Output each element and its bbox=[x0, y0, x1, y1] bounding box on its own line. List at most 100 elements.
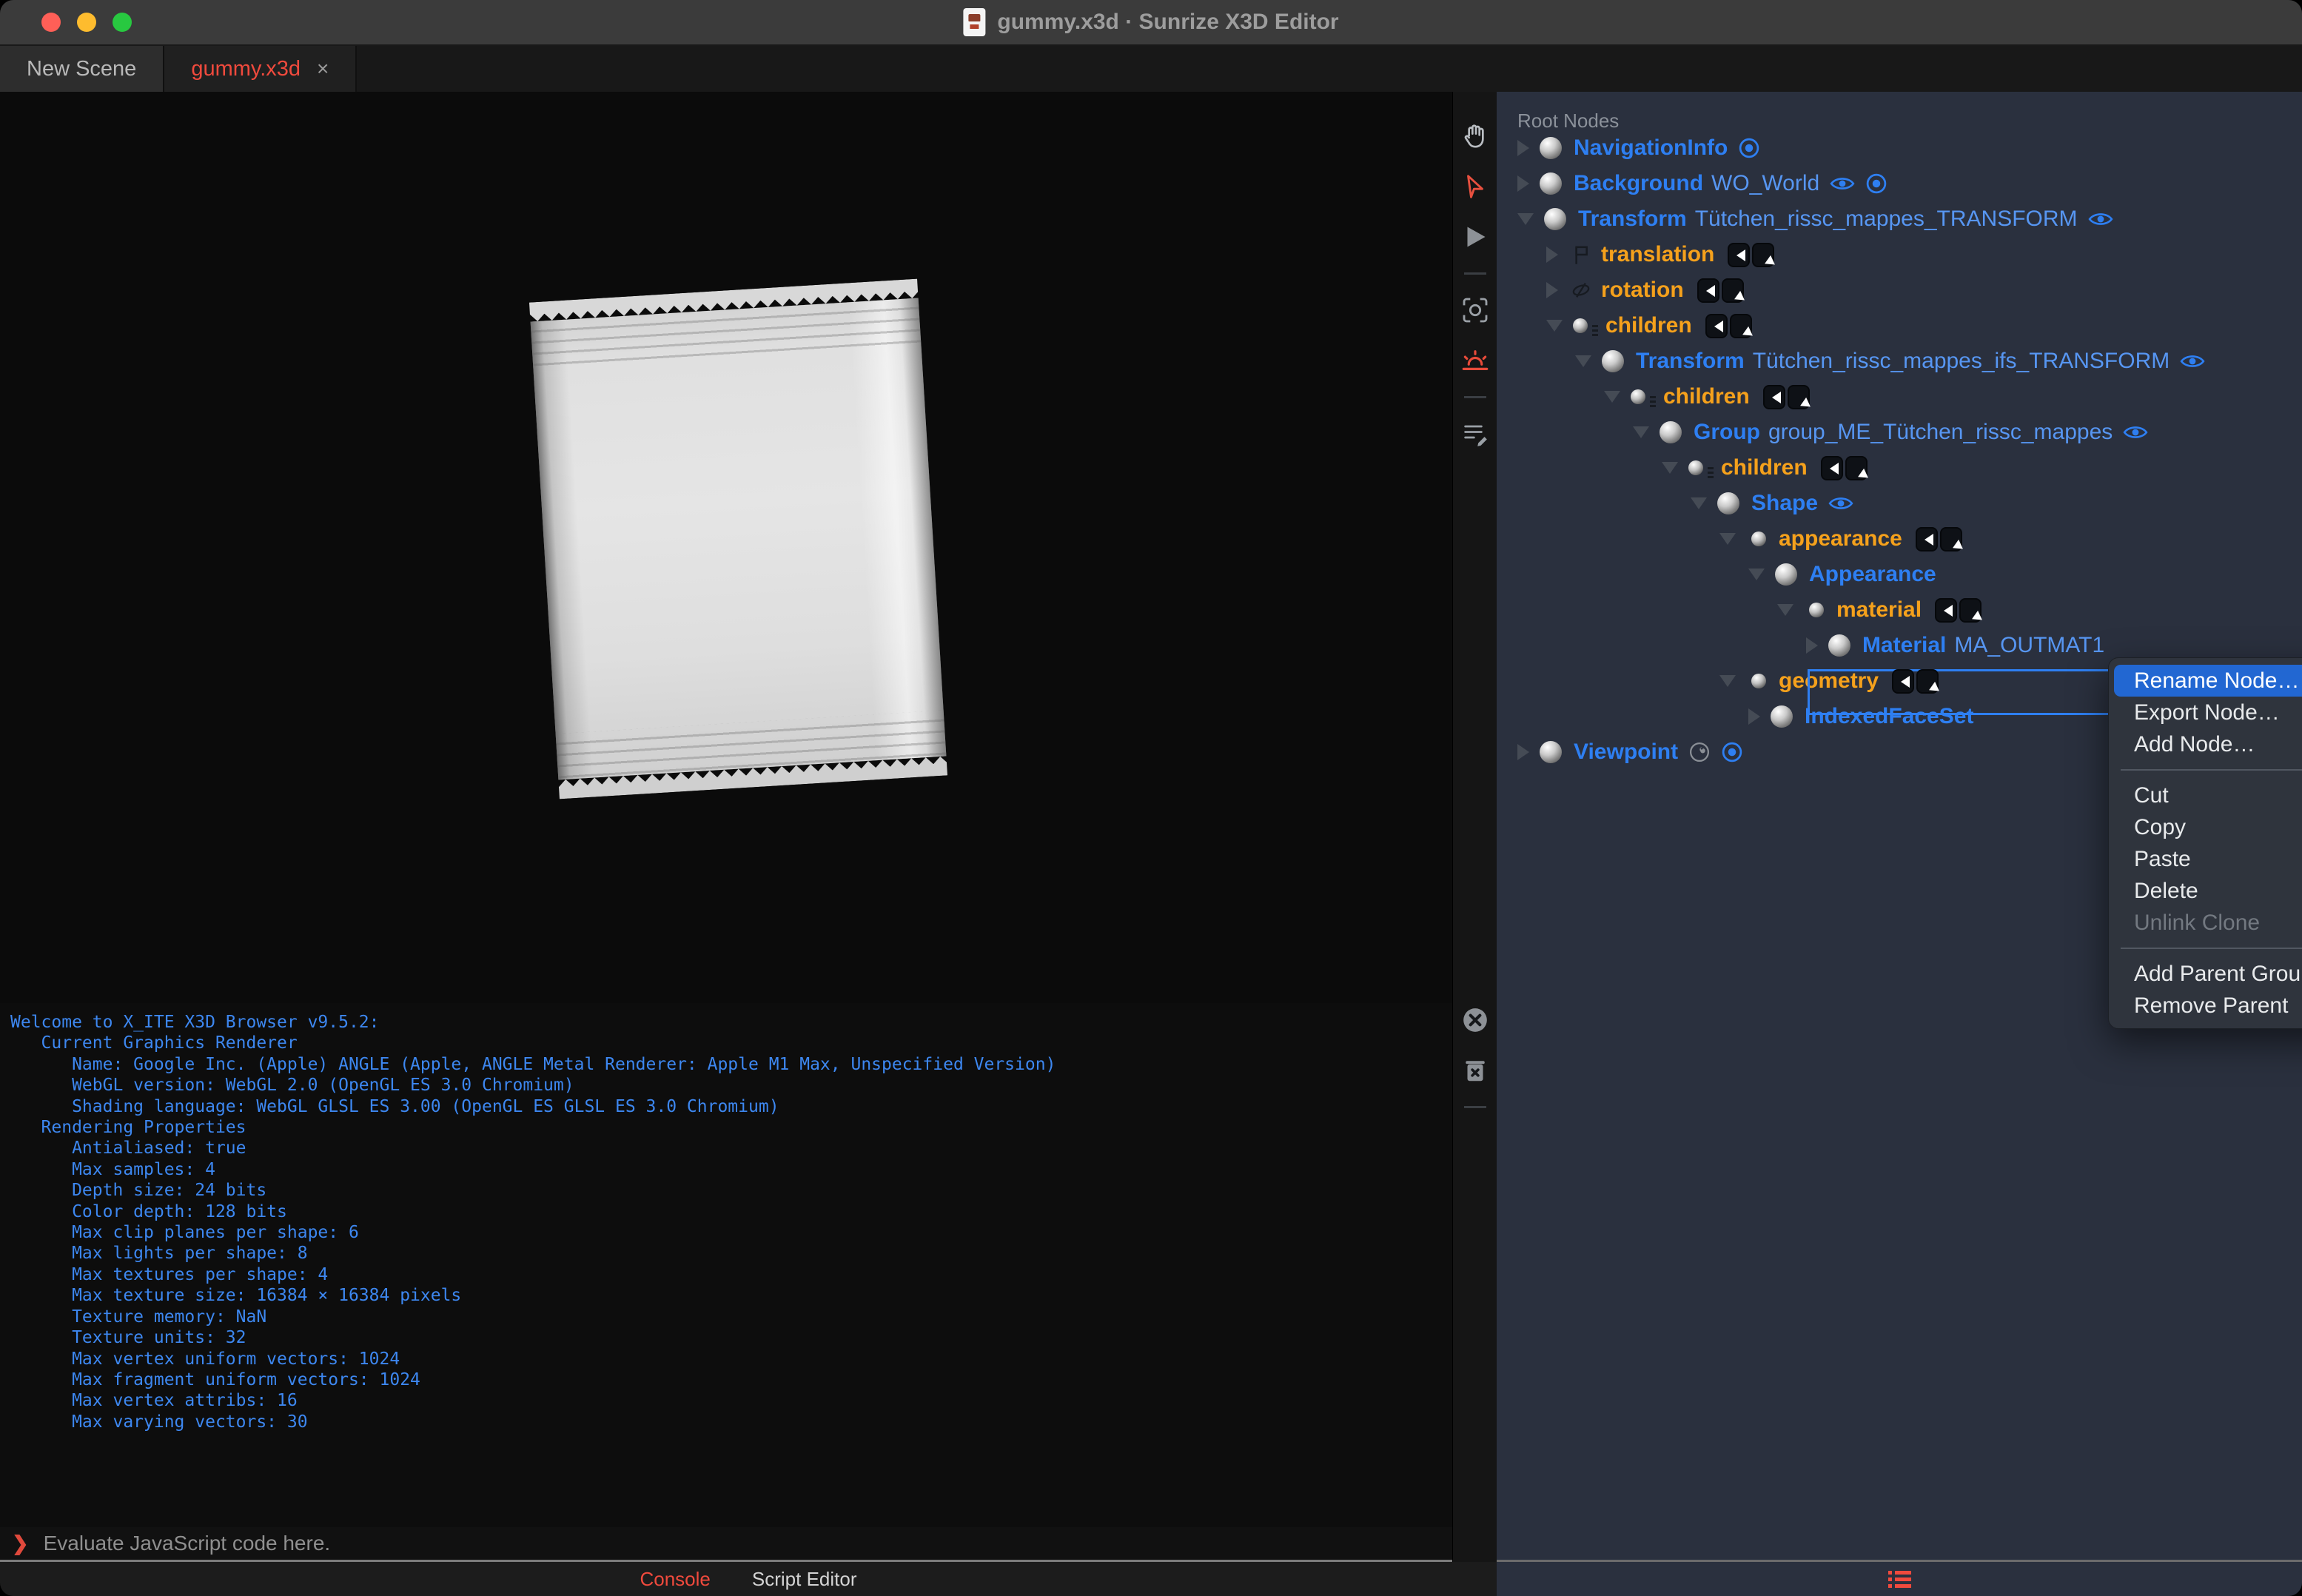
node-type-label[interactable]: Shape bbox=[1751, 491, 1818, 516]
node-type-label[interactable]: Material bbox=[1862, 633, 1946, 658]
tree-row-background[interactable]: Background WO_World bbox=[1497, 166, 2302, 201]
tab-close-icon[interactable]: × bbox=[317, 57, 329, 81]
expand-arrow[interactable] bbox=[1806, 637, 1818, 654]
tree-row-group[interactable]: Group group_ME_Tütchen_rissc_mappes bbox=[1497, 415, 2302, 450]
expand-arrow[interactable] bbox=[1517, 744, 1529, 760]
tree-row-appearance-node[interactable]: Appearance bbox=[1497, 557, 2302, 592]
node-type-label[interactable]: Appearance bbox=[1809, 562, 1936, 587]
collapse-arrow[interactable] bbox=[1633, 426, 1649, 438]
collapse-arrow[interactable] bbox=[1517, 213, 1534, 225]
panel-menu-icon[interactable] bbox=[1887, 1570, 1911, 1588]
wrench-circle-icon[interactable] bbox=[1688, 741, 1711, 763]
node-type-label[interactable]: NavigationInfo bbox=[1574, 135, 1728, 161]
route-connector-icons[interactable] bbox=[1728, 242, 1775, 267]
input-route-icon[interactable] bbox=[1820, 455, 1843, 480]
input-route-icon[interactable] bbox=[1935, 597, 1958, 623]
output-route-icon[interactable] bbox=[1752, 242, 1775, 267]
tree-row-rotation-field[interactable]: rotation bbox=[1497, 272, 2302, 308]
eye-icon[interactable] bbox=[1828, 494, 1853, 512]
node-type-label[interactable]: Viewpoint bbox=[1574, 740, 1678, 765]
menu-item-copy[interactable]: Copy bbox=[2114, 811, 2302, 843]
node-def-name[interactable]: MA_OUTMAT1 bbox=[1954, 633, 2104, 658]
collapse-arrow[interactable] bbox=[1777, 604, 1793, 616]
node-def-name[interactable]: Tütchen_rissc_mappes_TRANSFORM bbox=[1695, 207, 2078, 232]
expand-arrow[interactable] bbox=[1546, 282, 1558, 298]
input-route-icon[interactable] bbox=[1705, 313, 1728, 338]
tree-row-children-field[interactable]: children bbox=[1497, 450, 2302, 486]
input-route-icon[interactable] bbox=[1892, 668, 1915, 694]
sunrise-environment-button[interactable] bbox=[1459, 344, 1491, 377]
node-type-label[interactable]: Group bbox=[1694, 420, 1760, 445]
field-label[interactable]: children bbox=[1663, 384, 1750, 409]
tab-script-editor[interactable]: Script Editor bbox=[752, 1568, 857, 1591]
close-window-button[interactable] bbox=[41, 13, 61, 32]
node-type-label[interactable]: Transform bbox=[1578, 207, 1687, 232]
field-label[interactable]: material bbox=[1836, 597, 1922, 623]
menu-item-delete[interactable]: Delete bbox=[2114, 875, 2302, 907]
node-type-label[interactable]: Transform bbox=[1636, 349, 1745, 374]
input-route-icon[interactable] bbox=[1728, 242, 1751, 267]
x3d-viewport[interactable] bbox=[0, 92, 1452, 1003]
tree-row-children-field[interactable]: children bbox=[1497, 379, 2302, 415]
route-connector-icons[interactable] bbox=[1705, 313, 1752, 338]
tree-row-transform-ifs[interactable]: Transform Tütchen_rissc_mappes_ifs_TRANS… bbox=[1497, 343, 2302, 379]
output-route-icon[interactable] bbox=[1721, 278, 1744, 303]
minimize-window-button[interactable] bbox=[77, 13, 96, 32]
bound-icon[interactable] bbox=[1721, 741, 1743, 763]
bound-icon[interactable] bbox=[1865, 172, 1887, 195]
tree-row-appearance-field[interactable]: appearance bbox=[1497, 521, 2302, 557]
collapse-arrow[interactable] bbox=[1691, 497, 1707, 509]
menu-item-export-node[interactable]: Export Node… bbox=[2114, 697, 2302, 728]
node-def-name[interactable]: WO_World bbox=[1711, 171, 1819, 196]
route-connector-icons[interactable] bbox=[1762, 384, 1810, 409]
tree-row-material-field[interactable]: material bbox=[1497, 592, 2302, 628]
tree-row-shape[interactable]: Shape bbox=[1497, 486, 2302, 521]
route-connector-icons[interactable] bbox=[1697, 278, 1744, 303]
field-label[interactable]: children bbox=[1605, 313, 1692, 338]
tab-new-scene[interactable]: New Scene bbox=[0, 46, 165, 92]
eye-icon[interactable] bbox=[2180, 352, 2205, 370]
input-route-icon[interactable] bbox=[1762, 384, 1785, 409]
output-route-icon[interactable] bbox=[1939, 526, 1962, 551]
select-arrow-tool-button[interactable] bbox=[1459, 170, 1491, 203]
delete-console-button[interactable] bbox=[1459, 1054, 1491, 1087]
node-def-name[interactable]: Tütchen_rissc_mappes_ifs_TRANSFORM bbox=[1753, 349, 2170, 374]
eye-icon[interactable] bbox=[1830, 175, 1855, 192]
field-label[interactable]: translation bbox=[1601, 242, 1714, 267]
collapse-arrow[interactable] bbox=[1719, 533, 1736, 545]
input-route-icon[interactable] bbox=[1915, 526, 1938, 551]
collapse-arrow[interactable] bbox=[1748, 569, 1765, 580]
node-def-name[interactable]: group_ME_Tütchen_rissc_mappes bbox=[1768, 420, 2113, 445]
menu-item-rename-node[interactable]: Rename Node… bbox=[2114, 665, 2302, 697]
eye-icon[interactable] bbox=[2123, 423, 2148, 441]
node-type-label[interactable]: Background bbox=[1574, 171, 1703, 196]
output-route-icon[interactable] bbox=[1959, 597, 1982, 623]
collapse-arrow[interactable] bbox=[1662, 462, 1678, 474]
console-log[interactable]: Welcome to X_ITE X3D Browser v9.5.2: Cur… bbox=[0, 1003, 1452, 1527]
snapshot-button[interactable] bbox=[1459, 294, 1491, 326]
collapse-arrow[interactable] bbox=[1604, 391, 1620, 403]
field-label[interactable]: children bbox=[1721, 455, 1808, 480]
output-route-icon[interactable] bbox=[1787, 384, 1810, 409]
play-button[interactable] bbox=[1459, 221, 1491, 253]
output-route-icon[interactable] bbox=[1916, 668, 1939, 694]
expand-arrow[interactable] bbox=[1546, 247, 1558, 263]
pouch-3d-object[interactable] bbox=[528, 278, 948, 799]
zoom-window-button[interactable] bbox=[113, 13, 132, 32]
expand-arrow[interactable] bbox=[1517, 175, 1529, 192]
expand-arrow[interactable] bbox=[1517, 140, 1529, 156]
field-label[interactable]: rotation bbox=[1601, 278, 1684, 303]
eye-icon[interactable] bbox=[2088, 210, 2113, 228]
script-editor-button[interactable] bbox=[1459, 418, 1491, 450]
output-route-icon[interactable] bbox=[1729, 313, 1752, 338]
route-connector-icons[interactable] bbox=[1820, 455, 1868, 480]
tab-gummy-x3d[interactable]: gummy.x3d × bbox=[164, 46, 358, 92]
field-label[interactable]: appearance bbox=[1779, 526, 1902, 551]
tree-row-transform[interactable]: Transform Tütchen_rissc_mappes_TRANSFORM bbox=[1497, 201, 2302, 237]
collapse-arrow[interactable] bbox=[1719, 675, 1736, 687]
menu-item-paste[interactable]: Paste bbox=[2114, 843, 2302, 875]
tab-console[interactable]: Console bbox=[640, 1568, 710, 1591]
clear-console-button[interactable] bbox=[1459, 1004, 1491, 1036]
bound-icon[interactable] bbox=[1738, 137, 1760, 159]
tree-row-children-field[interactable]: children bbox=[1497, 308, 2302, 343]
